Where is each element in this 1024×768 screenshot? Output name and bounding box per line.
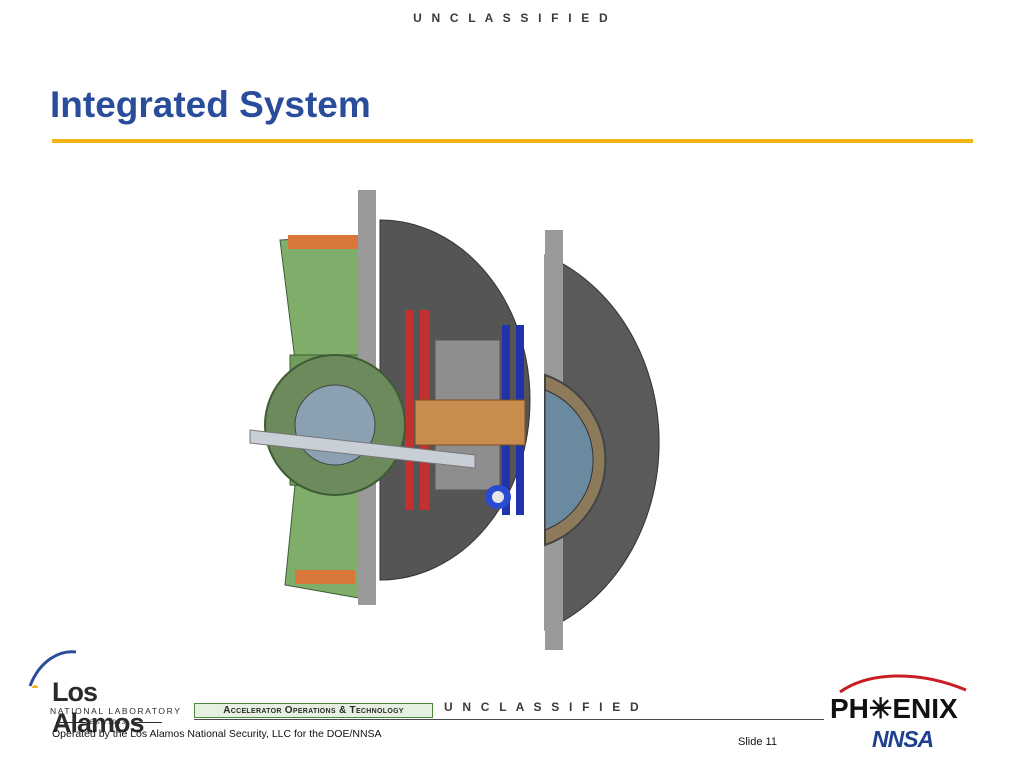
lanl-subtitle: NATIONAL LABORATORY: [50, 706, 182, 716]
nnsa-wordmark: NNSA: [872, 726, 934, 752]
slide-title: Integrated System: [50, 84, 371, 125]
red-frame-left: [405, 310, 414, 510]
orange-modules-bottom: [295, 570, 355, 584]
classification-banner-bottom: U N C L A S S I F I E D: [444, 700, 642, 714]
phenix-logo: PH✳ENIX: [828, 670, 978, 724]
operated-by-text: Operated by the Los Alamos National Secu…: [52, 728, 382, 740]
lanl-established: EST.1943: [90, 719, 127, 726]
central-magnet: [414, 399, 526, 446]
phenix-wordmark: PH✳ENIX: [830, 693, 958, 724]
classification-banner-top: U N C L A S S I F I E D: [413, 11, 611, 25]
phenix-arc-icon: [839, 674, 967, 694]
title-underline: [52, 139, 973, 143]
slide-number: Slide 11: [738, 736, 777, 748]
lanl-logo: Los Alamos NATIONAL LABORATORY EST.1943: [20, 648, 190, 738]
detector-cutaway-image: [249, 190, 660, 650]
left-green-panel-upper: [279, 234, 371, 361]
division-label: Accelerator Operations & Technology: [194, 703, 433, 718]
nnsa-logo: NNSA: [872, 726, 976, 752]
orange-modules-top: [288, 235, 358, 249]
footer-divider: [194, 719, 824, 720]
